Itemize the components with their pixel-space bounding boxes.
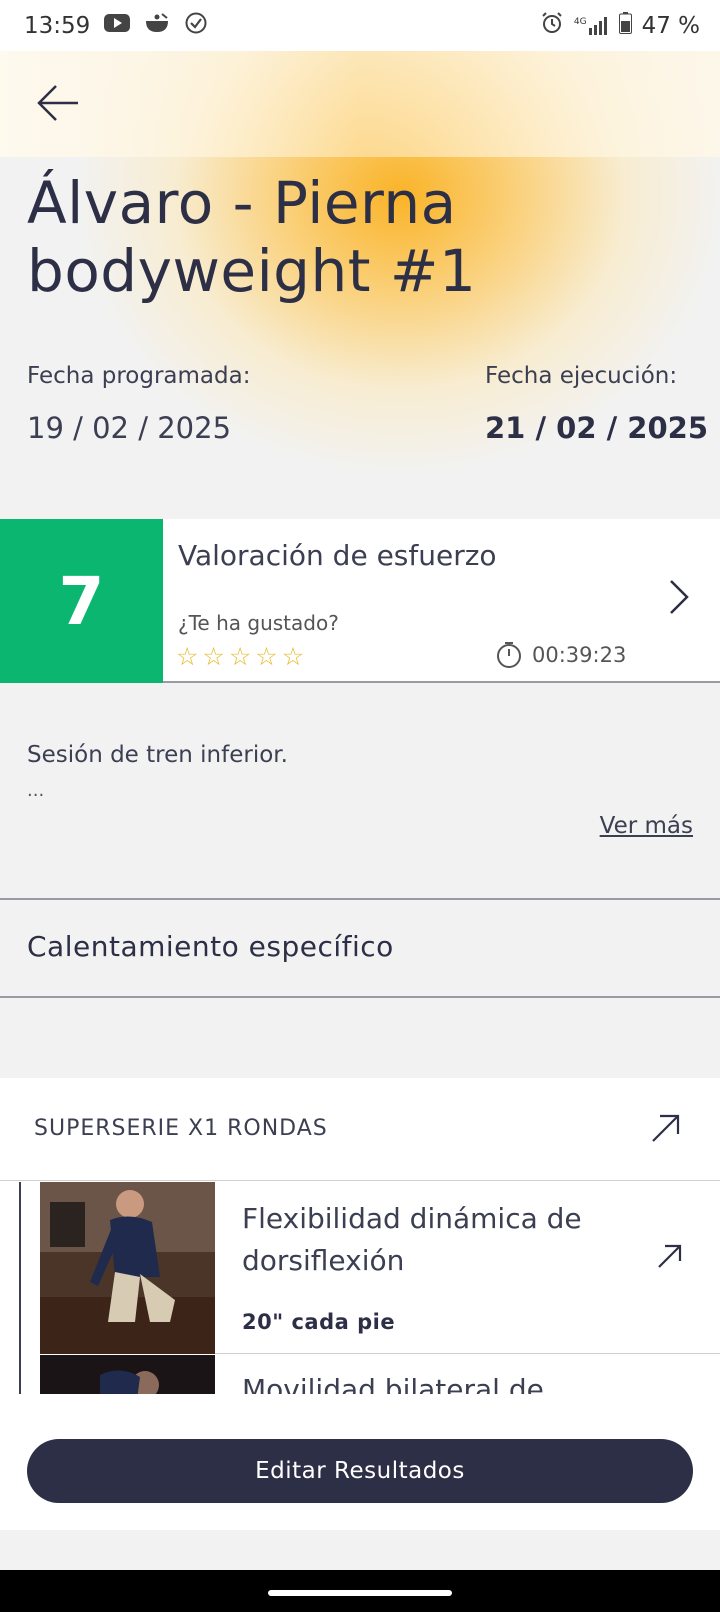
arrow-up-right-icon — [652, 1114, 680, 1142]
exercise-thumbnail — [40, 1182, 215, 1354]
duration-text: 00:39:23 — [532, 643, 627, 667]
top-app-bar — [0, 51, 720, 157]
section-title: Calentamiento específico — [27, 930, 394, 963]
alarm-icon — [540, 11, 564, 41]
arrow-left-icon — [37, 85, 78, 121]
back-button[interactable] — [36, 83, 82, 123]
superserie-label: SUPERSERIE X1 RONDAS — [34, 1116, 328, 1141]
home-indicator[interactable] — [268, 1590, 452, 1596]
star-icon[interactable]: ☆ — [282, 642, 308, 671]
session-description: Sesión de tren inferior. — [27, 742, 288, 768]
system-navigation-bar — [0, 1570, 720, 1612]
see-more-link[interactable]: Ver más — [600, 813, 693, 839]
workout-duration: 00:39:23 — [496, 641, 626, 669]
status-time: 13:59 — [24, 12, 91, 39]
liked-question: ¿Te ha gustado? — [178, 611, 339, 635]
signal-icon: 4G — [573, 16, 609, 35]
effort-title: Valoración de esfuerzo — [178, 539, 497, 572]
youtube-icon — [104, 13, 131, 39]
exercise-item[interactable]: Flexibilidad dinámica de dorsiflexión 20… — [40, 1182, 720, 1354]
exercise-thumbnail — [40, 1355, 215, 1395]
exercise-item[interactable]: Movilidad bilateral de — [40, 1355, 720, 1395]
exercise-name: Movilidad bilateral de — [242, 1373, 544, 1395]
star-rating: ☆☆☆☆☆ — [176, 642, 308, 671]
divider — [0, 996, 720, 998]
star-icon[interactable]: ☆ — [202, 642, 228, 671]
page-title: Álvaro - Pierna bodyweight #1 — [27, 169, 477, 305]
workout-header: Álvaro - Pierna bodyweight #1 Fecha prog… — [0, 51, 720, 519]
superserie-card: SUPERSERIE X1 RONDAS Flexibilidad dinámi… — [0, 1078, 720, 1395]
effort-rating-card[interactable]: 7 Valoración de esfuerzo ¿Te ha gustado?… — [0, 519, 720, 683]
scheduled-date: 19 / 02 / 2025 — [27, 411, 232, 445]
edit-results-button[interactable]: Editar Resultados — [27, 1439, 693, 1503]
scheduled-date-label: Fecha programada: — [27, 363, 251, 389]
status-bar: 13:59 4G 47 % — [0, 0, 720, 51]
status-right: 4G 47 % — [540, 11, 700, 41]
check-circle-icon — [184, 11, 208, 41]
superserie-connector — [19, 1182, 21, 1394]
battery-percent: 47 % — [641, 12, 700, 39]
description-ellipsis: ... — [27, 780, 45, 801]
exercise-reps: 20" cada pie — [242, 1310, 396, 1334]
executed-date: 21 / 02 / 2025 — [485, 411, 708, 445]
star-icon[interactable]: ☆ — [176, 642, 202, 671]
superserie-header[interactable]: SUPERSERIE X1 RONDAS — [0, 1078, 720, 1181]
exercise-name: Flexibilidad dinámica de dorsiflexión — [242, 1202, 582, 1277]
effort-score: 7 — [0, 519, 163, 683]
network-type: 4G — [573, 16, 587, 27]
star-icon[interactable]: ☆ — [255, 642, 281, 671]
chevron-right-icon — [670, 580, 689, 614]
arrow-up-right-icon — [658, 1244, 682, 1268]
cooking-pot-icon — [144, 12, 170, 40]
stopwatch-icon — [497, 642, 521, 668]
executed-date-label: Fecha ejecución: — [485, 363, 678, 389]
bottom-action-bar: Editar Resultados — [0, 1394, 720, 1530]
battery-icon — [618, 11, 632, 40]
star-icon[interactable]: ☆ — [229, 642, 255, 671]
divider — [0, 898, 720, 900]
